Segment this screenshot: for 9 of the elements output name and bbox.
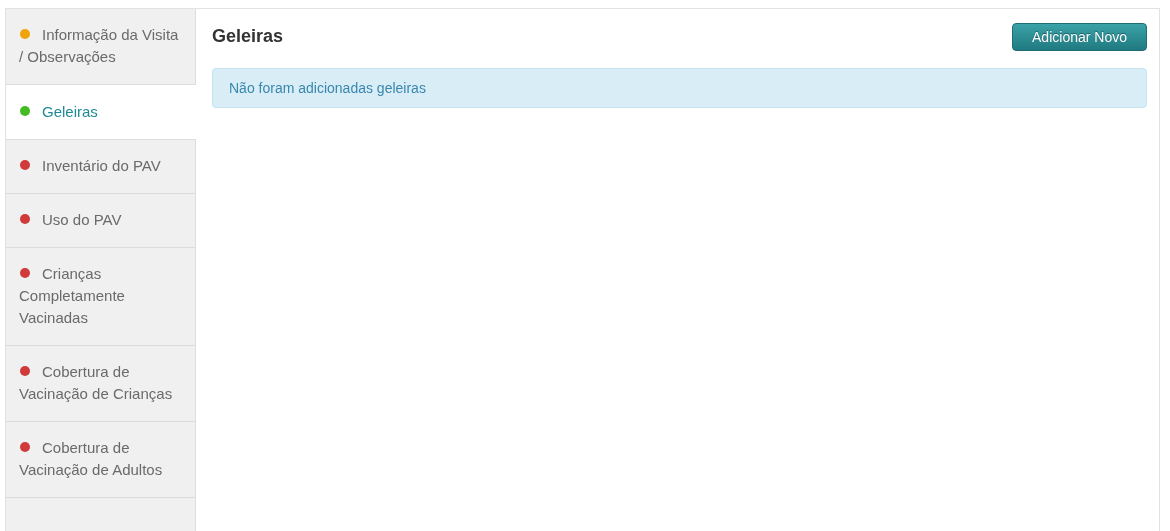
sidebar-item[interactable]: Cobertura de Vacinação de Crianças — [6, 346, 195, 422]
sidebar-item[interactable]: Cobertura de Vacinação de Adultos — [6, 422, 195, 498]
info-alert: Não foram adicionadas geleiras — [212, 68, 1147, 108]
sidebar-item[interactable]: Uso do PAV — [6, 194, 195, 248]
section-title: Geleiras — [212, 25, 284, 47]
add-new-button[interactable]: Adicionar Novo — [1012, 23, 1147, 51]
sidebar-item[interactable]: Crianças Completamente Vacinadas — [6, 248, 195, 346]
sidebar-item[interactable]: Geleiras — [6, 85, 196, 140]
sidebar-item[interactable]: Inventário do PAV — [6, 140, 195, 194]
